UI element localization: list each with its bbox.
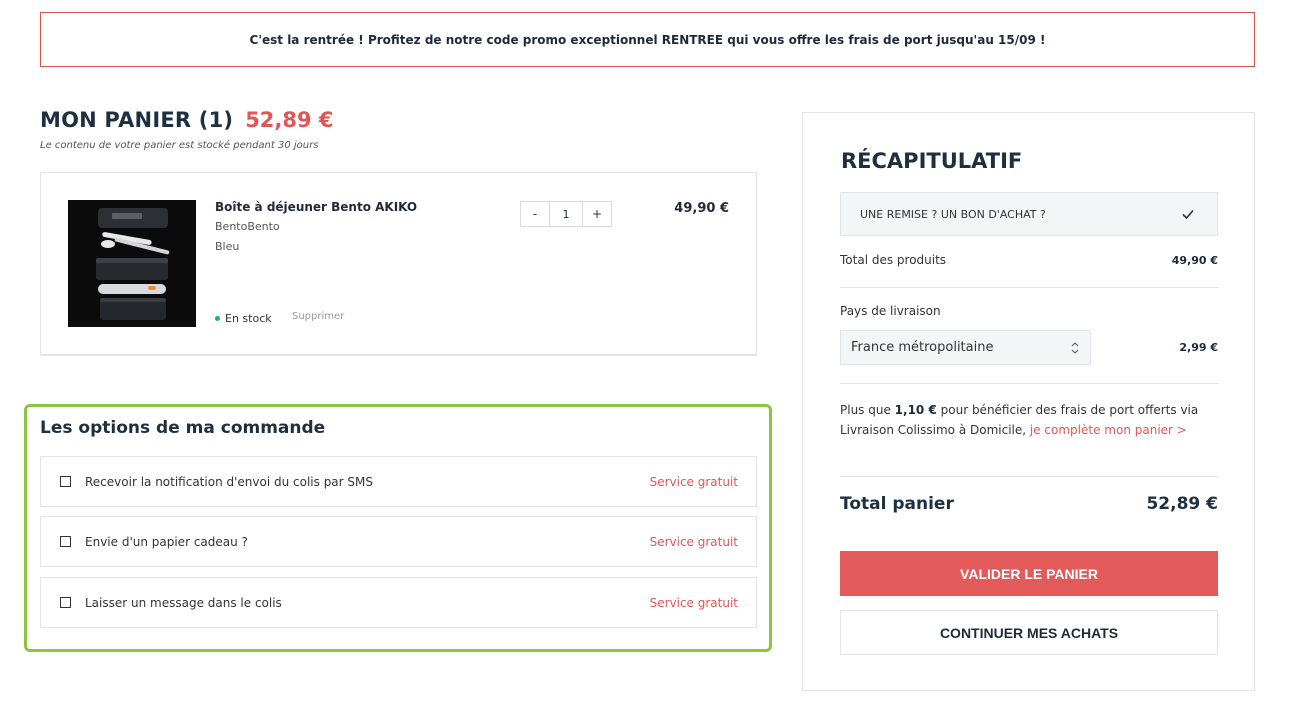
option-price: Service gratuit bbox=[649, 534, 738, 549]
validate-cart-button[interactable]: VALIDER LE PANIER bbox=[840, 551, 1218, 596]
item-price: 49,90 € bbox=[674, 201, 729, 216]
option-gift-wrap[interactable]: Envie d'un papier cadeau ? Service gratu… bbox=[40, 516, 757, 567]
cart-total-label: Total panier bbox=[840, 494, 954, 514]
free-shipping-note: Plus que 1,10 € pour bénéficier des frai… bbox=[840, 401, 1220, 440]
cart-total-value: 52,89 € bbox=[1146, 494, 1218, 514]
quantity-stepper: - 1 + bbox=[520, 201, 612, 227]
country-label: Pays de livraison bbox=[840, 304, 941, 318]
option-sms-checkbox[interactable] bbox=[60, 476, 71, 487]
option-gift-wrap-checkbox[interactable] bbox=[60, 536, 71, 547]
promo-banner: C'est la rentrée ! Profitez de notre cod… bbox=[40, 12, 1255, 67]
check-icon bbox=[1182, 209, 1194, 220]
cart-storage-note: Le contenu de votre panier est stocké pe… bbox=[40, 140, 319, 151]
divider bbox=[840, 476, 1218, 477]
divider bbox=[840, 287, 1218, 288]
divider bbox=[840, 383, 1218, 384]
complete-cart-link[interactable]: je complète mon panier > bbox=[1030, 423, 1187, 437]
promo-text: C'est la rentrée ! Profitez de notre cod… bbox=[249, 32, 1046, 47]
option-label: Recevoir la notification d'envoi du coli… bbox=[85, 474, 373, 489]
option-message[interactable]: Laisser un message dans le colis Service… bbox=[40, 577, 757, 628]
option-label: Envie d'un papier cadeau ? bbox=[85, 534, 248, 549]
qty-input[interactable]: 1 bbox=[549, 202, 583, 226]
option-price: Service gratuit bbox=[649, 474, 738, 489]
option-message-checkbox[interactable] bbox=[60, 597, 71, 608]
cart-item: Boîte à déjeuner Bento AKIKO BentoBento … bbox=[40, 172, 757, 356]
cart-header: MON PANIER (1) 52,89 € bbox=[40, 108, 334, 132]
cart-total-header: 52,89 € bbox=[245, 108, 334, 132]
qty-decrease-button[interactable]: - bbox=[521, 202, 549, 226]
free-shipping-prefix: Plus que bbox=[840, 403, 895, 417]
country-select[interactable]: France métropolitaine bbox=[840, 330, 1091, 365]
select-arrows-icon bbox=[1071, 341, 1079, 354]
summary-title: RÉCAPITULATIF bbox=[841, 149, 1023, 173]
country-value: France métropolitaine bbox=[851, 340, 994, 355]
stock-dot-icon bbox=[215, 316, 220, 321]
stock-label: En stock bbox=[225, 312, 272, 325]
remove-item-link[interactable]: Supprimer bbox=[292, 311, 344, 322]
product-image[interactable] bbox=[68, 200, 196, 327]
product-color: Bleu bbox=[215, 240, 240, 253]
products-total-value: 49,90 € bbox=[1171, 253, 1218, 267]
stock-status: En stock bbox=[215, 312, 272, 325]
products-total-row: Total des produits 49,90 € bbox=[840, 253, 1218, 267]
product-brand: BentoBento bbox=[215, 220, 280, 233]
cart-title: MON PANIER (1) bbox=[40, 108, 234, 132]
bento-box-illustration bbox=[68, 200, 196, 327]
qty-increase-button[interactable]: + bbox=[583, 202, 611, 226]
cart-total-row: Total panier 52,89 € bbox=[840, 494, 1218, 514]
option-sms[interactable]: Recevoir la notification d'envoi du coli… bbox=[40, 456, 757, 507]
products-total-label: Total des produits bbox=[840, 253, 947, 267]
shipping-price: 2,99 € bbox=[1179, 341, 1218, 354]
continue-shopping-button[interactable]: CONTINUER MES ACHATS bbox=[840, 610, 1218, 655]
option-label: Laisser un message dans le colis bbox=[85, 595, 282, 610]
options-title: Les options de ma commande bbox=[40, 418, 326, 438]
option-price: Service gratuit bbox=[649, 595, 738, 610]
free-shipping-amount: 1,10 € bbox=[894, 403, 937, 417]
discount-toggle[interactable]: UNE REMISE ? UN BON D'ACHAT ? bbox=[840, 192, 1218, 236]
product-name[interactable]: Boîte à déjeuner Bento AKIKO bbox=[215, 200, 417, 214]
summary-panel: RÉCAPITULATIF UNE REMISE ? UN BON D'ACHA… bbox=[802, 112, 1255, 691]
discount-label: UNE REMISE ? UN BON D'ACHAT ? bbox=[860, 207, 1046, 221]
